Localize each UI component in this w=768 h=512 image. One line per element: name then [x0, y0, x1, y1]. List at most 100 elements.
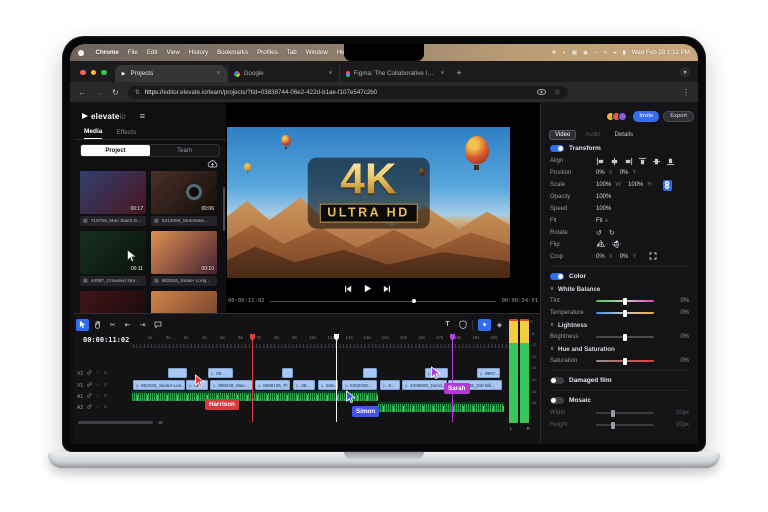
scale-w-field[interactable]: 100%	[596, 182, 611, 188]
zoom-window-button[interactable]	[101, 70, 107, 76]
tab-audio[interactable]: Audio	[580, 131, 605, 139]
media-item[interactable]	[151, 291, 217, 313]
export-button[interactable]: Export	[663, 111, 694, 122]
scale-h-field[interactable]: 100%	[628, 182, 643, 188]
speed-field[interactable]: 100%	[596, 206, 611, 212]
menu-history[interactable]: History	[184, 49, 212, 56]
close-window-button[interactable]	[80, 70, 86, 76]
status-icon[interactable]: ◉	[583, 50, 588, 56]
mosaic-height-slider[interactable]	[596, 424, 654, 426]
select-tool-icon[interactable]	[76, 319, 89, 331]
browser-tab[interactable]: Figma: The Collaborative Int...×	[339, 65, 451, 82]
timeline-clip-v2[interactable]	[168, 368, 187, 378]
upload-cloud-icon[interactable]	[207, 160, 218, 168]
new-tab-button[interactable]: +	[457, 68, 462, 78]
menu-view[interactable]: View	[162, 49, 184, 56]
status-icon[interactable]: ▦	[572, 50, 577, 56]
timeline-clip-v1[interactable]: ▷862026_Skater Lon...	[133, 380, 185, 390]
status-icon[interactable]: ∿	[603, 50, 608, 56]
audio-clip-a2[interactable]	[378, 402, 504, 412]
media-item[interactable]: 00:06▦6312689_Motorbike...	[151, 171, 217, 226]
menu-chrome[interactable]: Chrome	[91, 49, 123, 56]
timeline-clip-v1[interactable]: ▷998439_Man...	[210, 380, 253, 390]
track-solo-icon[interactable]: S	[104, 371, 107, 376]
prev-frame-icon[interactable]	[344, 285, 352, 293]
timeline-clip-v1[interactable]: ▷4205606_Danci...	[402, 380, 447, 390]
scale-link-icon[interactable]	[663, 180, 672, 191]
effects-tool-icon[interactable]: ✦	[478, 319, 491, 331]
status-icon[interactable]: ▮	[623, 50, 626, 56]
browser-tab[interactable]: Google×	[227, 65, 339, 82]
trim-in-icon[interactable]: ⇤	[121, 319, 134, 331]
cut-tool-icon[interactable]: ✂	[106, 319, 119, 331]
site-settings-icon[interactable]: ⇅	[135, 89, 140, 96]
saturation-slider[interactable]	[596, 360, 654, 362]
white-balance-header[interactable]: White Balance	[558, 286, 600, 293]
comment-icon[interactable]	[151, 319, 164, 331]
media-item[interactable]	[80, 291, 146, 313]
align-top-icon[interactable]	[638, 157, 647, 166]
menu-edit[interactable]: Edit	[142, 49, 162, 56]
trim-out-icon[interactable]: ⇥	[136, 319, 149, 331]
safe-area-icon[interactable]	[456, 319, 469, 331]
timeline-clip-v2[interactable]	[282, 368, 293, 378]
avatar[interactable]	[618, 112, 627, 121]
minimize-window-button[interactable]	[91, 70, 97, 76]
brightness-slider[interactable]	[596, 336, 654, 338]
hand-tool-icon[interactable]	[91, 319, 104, 331]
hamburger-menu-icon[interactable]: ≡	[140, 112, 145, 121]
browser-menu-icon[interactable]: ⋮	[682, 88, 690, 97]
track-link-icon[interactable]	[87, 382, 92, 389]
keyframes-icon[interactable]: ◈	[493, 319, 506, 331]
track-link-icon[interactable]	[87, 370, 92, 377]
timeline-scrollbar-end[interactable]	[158, 421, 163, 424]
timeline-clip-v1[interactable]: ▷38...	[293, 380, 315, 390]
tint-slider[interactable]	[596, 300, 654, 302]
timeline-clip-v1[interactable]: ▷546...	[318, 380, 338, 390]
reload-icon[interactable]: ↻	[112, 88, 119, 97]
text-tool-icon[interactable]: T	[441, 319, 454, 331]
bookmark-star-icon[interactable]: ☆	[554, 88, 560, 96]
crop-expand-icon[interactable]	[649, 252, 657, 262]
playhead-line[interactable]	[252, 334, 253, 422]
media-scrollbar[interactable]	[223, 187, 225, 231]
track-visibility-icon[interactable]: ✓	[96, 405, 100, 410]
lightness-header[interactable]: Lightness	[558, 322, 587, 329]
media-item[interactable]: 00:17▦716755_Man Stairs D...	[80, 171, 146, 226]
next-frame-icon[interactable]	[383, 285, 391, 293]
timeline-clip-v1[interactable]: ▷3...	[380, 380, 400, 390]
mosaic-width-slider[interactable]	[596, 412, 654, 414]
align-bottom-icon[interactable]	[666, 157, 675, 166]
color-toggle[interactable]	[550, 273, 564, 280]
track-visibility-icon[interactable]: ✓	[96, 383, 100, 388]
playhead-line[interactable]	[336, 334, 337, 422]
media-item[interactable]: 00:10▦862026_Skater Long...	[151, 231, 217, 286]
menu-window[interactable]: Window	[301, 49, 332, 56]
tab-close-icon[interactable]: ×	[440, 70, 444, 77]
track-solo-icon[interactable]: S	[104, 394, 107, 399]
crop-y-field[interactable]: 0%	[620, 254, 629, 260]
hue-saturation-header[interactable]: Hue and Saturation	[558, 346, 615, 353]
mosaic-toggle[interactable]	[550, 397, 564, 404]
transform-toggle[interactable]	[550, 145, 564, 152]
opacity-field[interactable]: 100%	[596, 194, 611, 200]
flip-vertical-icon[interactable]	[612, 240, 621, 250]
menu-tab[interactable]: Tab	[282, 49, 301, 56]
align-center-h-icon[interactable]	[610, 157, 619, 166]
playhead-line[interactable]	[452, 334, 453, 422]
play-icon[interactable]	[363, 284, 372, 293]
tab-media[interactable]: Media	[84, 128, 102, 139]
tab-close-icon[interactable]: ×	[216, 70, 220, 77]
tab-search-icon[interactable]: ▾	[680, 67, 690, 77]
timeline-clip-v1[interactable]: ▷6099105_Fl...	[255, 380, 290, 390]
position-x-field[interactable]: 0%	[596, 170, 605, 176]
tab-video[interactable]: Video	[549, 130, 576, 140]
tab-effects[interactable]: Effects	[116, 129, 136, 139]
address-bar[interactable]: ⇅ https://editor.elevate.io/team/project…	[128, 86, 568, 99]
align-center-v-icon[interactable]	[652, 157, 661, 166]
tab-close-icon[interactable]: ×	[328, 70, 332, 77]
timeline-ruler[interactable]: 1s2s3s4s5s6s7s8s9s10s11s12s13s14s15s16s1…	[132, 334, 512, 348]
back-icon[interactable]: ←	[78, 88, 86, 97]
track-visibility-icon[interactable]: ✓	[96, 394, 100, 399]
timeline-clip-v2[interactable]	[363, 368, 377, 378]
